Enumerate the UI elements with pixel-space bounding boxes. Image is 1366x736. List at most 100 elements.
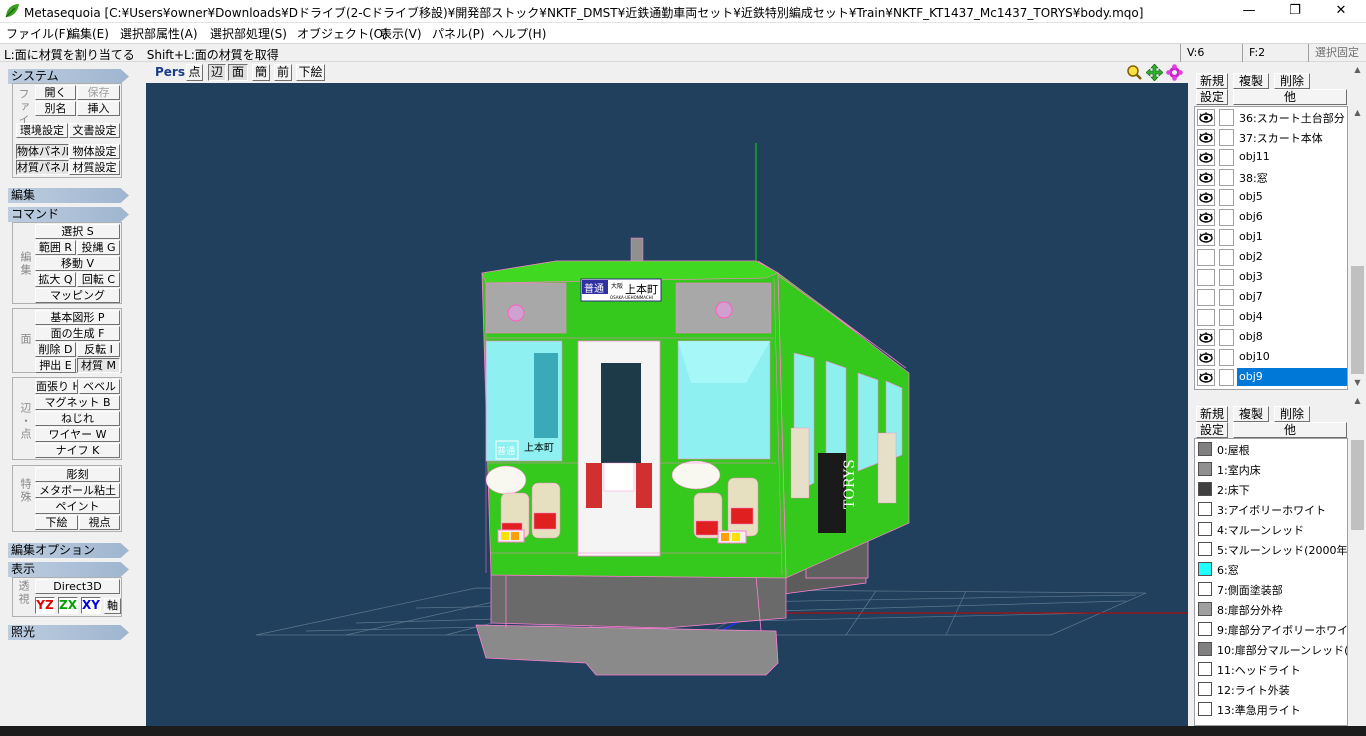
minimize-button[interactable]: — [1226, 0, 1272, 22]
eye-hidden-toggle[interactable] [1197, 309, 1215, 326]
material-row[interactable]: 7:側面塗装部 [1195, 579, 1347, 599]
scroll-up-icon[interactable]: ▲ [1349, 106, 1366, 120]
menu-selection-process[interactable]: 選択部処理(S) [210, 25, 287, 42]
scroll-up-icon[interactable]: ▲ [1349, 394, 1366, 408]
paint-tool-button[interactable]: ペイント [35, 499, 120, 514]
eye-icon[interactable] [1197, 129, 1215, 146]
material-row[interactable]: 12:ライト外装 [1195, 679, 1347, 699]
eye-icon[interactable] [1197, 169, 1215, 186]
object-toolbar-scrollbar[interactable]: ▲ [1349, 63, 1366, 103]
eye-icon[interactable] [1197, 369, 1215, 386]
eye-icon[interactable] [1197, 349, 1215, 366]
material-row[interactable]: 13:準急用ライト [1195, 699, 1347, 719]
maximize-button[interactable]: ❐ [1272, 0, 1318, 22]
object-list-scrollbar[interactable]: ▲ ▼ [1349, 106, 1366, 390]
primitive-tool-button[interactable]: 基本図形 P [35, 310, 120, 325]
sculpt-tool-button[interactable]: 彫刻 [35, 467, 120, 482]
eye-icon[interactable] [1197, 329, 1215, 346]
lighting-section-header[interactable]: 照光 [8, 625, 129, 640]
delete-tool-button[interactable]: 削除 D [35, 342, 76, 357]
lock-toggle[interactable] [1219, 209, 1234, 226]
zx-view-button[interactable]: ZX [58, 597, 78, 614]
object-row[interactable]: obj2 [1195, 247, 1347, 267]
lock-toggle[interactable] [1219, 149, 1234, 166]
insert-button[interactable]: 挿入 [77, 101, 120, 116]
range-tool-button[interactable]: 範囲 R [35, 240, 76, 255]
lasso-tool-button[interactable]: 投縄 G [77, 240, 120, 255]
material-row[interactable]: 9:扉部分アイボリーホワイト [1195, 619, 1347, 639]
eye-hidden-toggle[interactable] [1197, 289, 1215, 306]
axis-toggle-button[interactable]: 軸 [104, 598, 121, 614]
move-tool-button[interactable]: 移動 V [35, 256, 120, 271]
underlay-tool-button[interactable]: 下絵 [35, 515, 78, 530]
viewpoint-tool-button[interactable]: 視点 [79, 515, 120, 530]
wire-tool-button[interactable]: ワイヤー W [35, 427, 120, 442]
object-delete-button[interactable]: 削除 [1274, 73, 1310, 89]
scroll-down-icon[interactable]: ▼ [1349, 376, 1366, 390]
material-row[interactable]: 5:マルーンレッド(2000年以降) [1195, 539, 1347, 559]
projection-mode-label[interactable]: Pers [155, 65, 185, 79]
material-row[interactable]: 6:窓 [1195, 559, 1347, 579]
rotate-tool-button[interactable]: 回転 C [77, 272, 120, 287]
xy-view-button[interactable]: XY [81, 597, 101, 614]
lock-toggle[interactable] [1219, 229, 1234, 246]
eye-icon[interactable] [1197, 109, 1215, 126]
object-row-selected[interactable]: obj9 [1195, 367, 1347, 387]
scale-tool-button[interactable]: 拡大 Q [35, 272, 76, 287]
flip-tool-button[interactable]: 反転 I [77, 342, 120, 357]
material-other-button[interactable]: 他 [1233, 422, 1347, 438]
underlay-display-toggle[interactable]: 下絵 [296, 64, 325, 81]
bevel-tool-button[interactable]: ベベル [79, 379, 120, 394]
stretch-face-tool-button[interactable]: 面張り H [35, 379, 78, 394]
material-settings-button[interactable]: 設定 [1196, 422, 1228, 438]
lock-toggle[interactable] [1219, 289, 1234, 306]
magnet-tool-button[interactable]: マグネット B [35, 395, 120, 410]
eye-hidden-toggle[interactable] [1197, 249, 1215, 266]
zoom-icon[interactable] [1126, 64, 1143, 81]
object-panel-toggle[interactable]: 物体パネル [16, 144, 69, 159]
eye-hidden-toggle[interactable] [1197, 269, 1215, 286]
face-display-toggle[interactable]: 面 [228, 64, 248, 81]
material-row[interactable]: 3:アイボリーホワイト [1195, 499, 1347, 519]
extrude-tool-button[interactable]: 押出 E [35, 358, 76, 373]
material-toolbar-scrollbar[interactable]: ▲ [1349, 394, 1366, 434]
lock-toggle[interactable] [1219, 129, 1234, 146]
document-settings-button[interactable]: 文書設定 [69, 123, 120, 138]
scroll-thumb[interactable] [1351, 440, 1364, 530]
eye-icon[interactable] [1197, 149, 1215, 166]
object-row[interactable]: obj1 [1195, 227, 1347, 247]
object-row[interactable]: obj7 [1195, 287, 1347, 307]
mapping-tool-button[interactable]: マッピング [35, 288, 120, 303]
object-row[interactable]: 37:スカート本体 [1195, 127, 1347, 147]
front-display-toggle[interactable]: 前 [274, 64, 292, 81]
object-row[interactable]: 38:窓 [1195, 167, 1347, 187]
menu-view[interactable]: 表示(V) [380, 25, 422, 42]
twist-tool-button[interactable]: ねじれ [35, 411, 120, 426]
command-section-header[interactable]: コマンド [8, 207, 129, 222]
yz-view-button[interactable]: YZ [35, 597, 55, 614]
object-row[interactable]: obj3 [1195, 267, 1347, 287]
edit-section-header[interactable]: 編集 [8, 188, 129, 203]
material-new-button[interactable]: 新規 [1196, 406, 1228, 422]
edge-display-toggle[interactable]: 辺 [208, 64, 226, 81]
material-duplicate-button[interactable]: 複製 [1233, 406, 1269, 422]
object-other-button[interactable]: 他 [1233, 89, 1347, 105]
material-row[interactable]: 11:ヘッドライト [1195, 659, 1347, 679]
lock-toggle[interactable] [1219, 309, 1234, 326]
vertex-display-toggle[interactable]: 点 [186, 64, 203, 81]
material-delete-button[interactable]: 削除 [1274, 406, 1310, 422]
material-row[interactable]: 8:扉部分外枠 [1195, 599, 1347, 619]
eye-icon[interactable] [1197, 209, 1215, 226]
material-row[interactable]: 4:マルーンレッド [1195, 519, 1347, 539]
save-as-button[interactable]: 別名 [35, 101, 76, 116]
menu-help[interactable]: ヘルプ(H) [492, 25, 546, 42]
object-new-button[interactable]: 新規 [1196, 73, 1228, 89]
object-row[interactable]: obj8 [1195, 327, 1347, 347]
object-duplicate-button[interactable]: 複製 [1233, 73, 1269, 89]
object-settings-button[interactable]: 設定 [1196, 89, 1228, 105]
menu-file[interactable]: ファイル(F) [6, 25, 70, 42]
environment-settings-button[interactable]: 環境設定 [16, 123, 68, 138]
display-section-header[interactable]: 表示 [8, 562, 129, 577]
menu-object[interactable]: オブジェクト(O) [297, 25, 388, 42]
material-row[interactable]: 10:扉部分マルーンレッド(影) [1195, 639, 1347, 659]
